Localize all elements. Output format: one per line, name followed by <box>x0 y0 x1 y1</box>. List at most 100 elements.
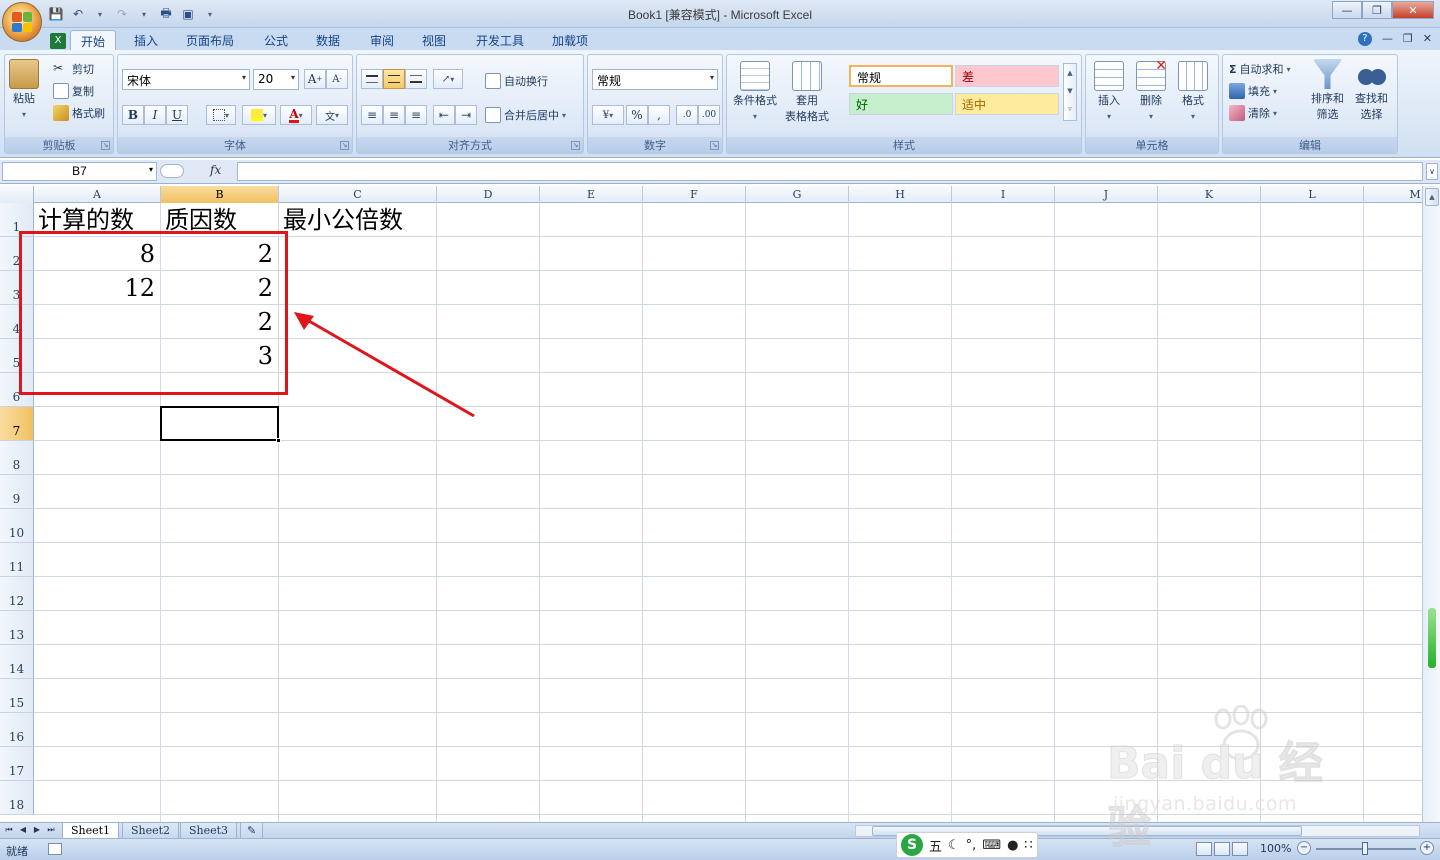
help-icon[interactable]: ? <box>1357 32 1372 46</box>
sheet-tab-sheet2[interactable]: Sheet2 <box>122 823 180 839</box>
wrap-text-button[interactable]: 自动换行 <box>485 73 548 89</box>
tab-view[interactable]: 视图 <box>412 30 456 50</box>
style-neutral[interactable]: 适中 <box>955 93 1059 115</box>
column-header-i[interactable]: I <box>952 186 1055 203</box>
column-header-h[interactable]: H <box>849 186 952 203</box>
sort-filter-button[interactable]: 排序和 筛选 <box>1311 59 1344 123</box>
autosum-button[interactable]: Σ 自动求和 ▾ <box>1229 61 1291 77</box>
row-header-8[interactable]: 8 <box>0 441 34 475</box>
align-bottom-button[interactable] <box>405 69 427 89</box>
punctuation-icon[interactable]: °, <box>966 838 977 853</box>
italic-button[interactable]: I <box>144 105 166 125</box>
format-button[interactable]: 格式 ▾ <box>1178 61 1208 125</box>
currency-button[interactable]: ¥ ▾ <box>592 105 624 125</box>
name-box[interactable]: B7 ▾ <box>2 162 157 181</box>
zoom-out-icon[interactable]: − <box>1297 841 1311 855</box>
ime-toolbar[interactable]: S 五 ☾ °, ⌨ ● ∷ <box>896 832 1038 858</box>
shrink-font-button[interactable]: A- <box>326 69 348 89</box>
ribbon-restore-icon[interactable]: ❐ <box>1403 32 1413 46</box>
moon-icon[interactable]: ☾ <box>948 838 960 853</box>
tab-home[interactable]: 开始 <box>70 30 117 50</box>
zoom-slider-thumb[interactable] <box>1362 842 1368 855</box>
row-header-14[interactable]: 14 <box>0 645 34 679</box>
number-format-select[interactable]: 常规 ▾ <box>592 69 718 90</box>
number-launcher-icon[interactable]: ↘ <box>710 141 719 150</box>
column-header-m[interactable]: M <box>1364 186 1422 203</box>
fill-button[interactable]: 填充 ▾ <box>1229 83 1277 99</box>
select-all-corner[interactable] <box>0 186 34 203</box>
active-cell[interactable] <box>160 406 279 441</box>
decrease-indent-button[interactable]: ⇤ <box>433 105 455 125</box>
row-header-13[interactable]: 13 <box>0 611 34 645</box>
copy-button[interactable]: 复制 <box>53 83 94 99</box>
page-break-view-icon[interactable] <box>1232 842 1248 856</box>
row-header-16[interactable]: 16 <box>0 713 34 747</box>
insert-sheet-icon[interactable]: ✎ <box>240 823 264 839</box>
ribbon-minimize-icon[interactable]: — <box>1382 32 1393 46</box>
clear-button[interactable]: 清除 ▾ <box>1229 105 1277 121</box>
underline-button[interactable]: U <box>166 105 188 125</box>
formula-input[interactable] <box>237 162 1423 181</box>
restore-button[interactable]: ❐ <box>1362 1 1392 19</box>
font-launcher-icon[interactable]: ↘ <box>340 141 349 150</box>
next-sheet-icon[interactable]: ▶ <box>32 825 42 837</box>
paste-button[interactable]: 粘贴 ▾ <box>9 59 39 123</box>
column-header-a[interactable]: A <box>34 186 161 203</box>
row-header-17[interactable]: 17 <box>0 747 34 781</box>
tab-addins[interactable]: 加载项 <box>542 30 598 50</box>
minimize-button[interactable]: — <box>1332 1 1362 19</box>
vertical-scrollbar[interactable]: ▲ <box>1422 186 1440 822</box>
style-bad[interactable]: 差 <box>955 65 1059 87</box>
cut-button[interactable]: ✂ 剪切 <box>53 61 94 77</box>
scroll-up-icon[interactable]: ▲ <box>1425 188 1439 206</box>
page-layout-view-icon[interactable] <box>1214 842 1230 856</box>
row-header-7[interactable]: 7 <box>0 407 34 441</box>
tab-page-layout[interactable]: 页面布局 <box>176 30 244 50</box>
insert-button[interactable]: 插入 ▾ <box>1094 61 1124 125</box>
sheet-tab-sheet3[interactable]: Sheet3 <box>180 823 238 839</box>
align-center-button[interactable]: ≡ <box>383 105 405 125</box>
alignment-launcher-icon[interactable]: ↘ <box>571 141 580 150</box>
comma-button[interactable]: , <box>648 105 670 125</box>
border-button[interactable]: ▾ <box>206 105 236 125</box>
grow-font-button[interactable]: A + <box>304 69 326 89</box>
fill-color-button[interactable]: ▾ <box>242 105 276 125</box>
font-size-select[interactable]: 20 ▾ <box>253 69 299 90</box>
tools-grid-icon[interactable]: ∷ <box>1024 838 1032 853</box>
align-right-button[interactable]: ≡ <box>405 105 427 125</box>
formula-bar-grip[interactable] <box>160 164 184 178</box>
macro-record-icon[interactable] <box>48 843 62 855</box>
last-sheet-icon[interactable]: ⏭ <box>46 825 56 837</box>
row-header-12[interactable]: 12 <box>0 577 34 611</box>
user-icon[interactable]: ● <box>1007 838 1018 853</box>
column-header-g[interactable]: G <box>746 186 849 203</box>
conditional-format-button[interactable]: 条件格式 ▾ <box>733 61 777 125</box>
tab-formulas[interactable]: 公式 <box>254 30 298 50</box>
tab-review[interactable]: 审阅 <box>360 30 404 50</box>
align-middle-button[interactable] <box>383 69 405 89</box>
sheet-tab-sheet1[interactable]: Sheet1 <box>62 823 120 839</box>
delete-button[interactable]: ✕ 删除 ▾ <box>1136 58 1167 125</box>
font-name-select[interactable]: 宋体 ▾ <box>122 69 250 90</box>
tab-insert[interactable]: 插入 <box>124 30 168 50</box>
row-header-10[interactable]: 10 <box>0 509 34 543</box>
decrease-decimal-button[interactable]: .00 <box>698 105 720 125</box>
normal-view-icon[interactable] <box>1196 842 1212 856</box>
office-button[interactable] <box>2 2 42 42</box>
cell-c1[interactable]: 最小公倍数 <box>283 203 403 237</box>
format-as-table-button[interactable]: 套用 表格格式 <box>785 61 829 125</box>
column-header-j[interactable]: J <box>1055 186 1158 203</box>
clipboard-launcher-icon[interactable]: ↘ <box>101 141 110 150</box>
increase-indent-button[interactable]: ⇥ <box>455 105 477 125</box>
tab-developer[interactable]: 开发工具 <box>466 30 534 50</box>
column-header-f[interactable]: F <box>643 186 746 203</box>
orientation-button[interactable]: ↗ ▾ <box>433 69 463 89</box>
row-header-15[interactable]: 15 <box>0 679 34 713</box>
phonetic-button[interactable]: 文 ▾ <box>316 105 348 125</box>
ribbon-close-icon[interactable]: ✕ <box>1423 32 1432 46</box>
column-header-k[interactable]: K <box>1158 186 1261 203</box>
align-top-button[interactable] <box>361 69 383 89</box>
prev-sheet-icon[interactable]: ◀ <box>18 825 28 837</box>
fill-handle[interactable] <box>276 438 281 443</box>
row-header-9[interactable]: 9 <box>0 475 34 509</box>
